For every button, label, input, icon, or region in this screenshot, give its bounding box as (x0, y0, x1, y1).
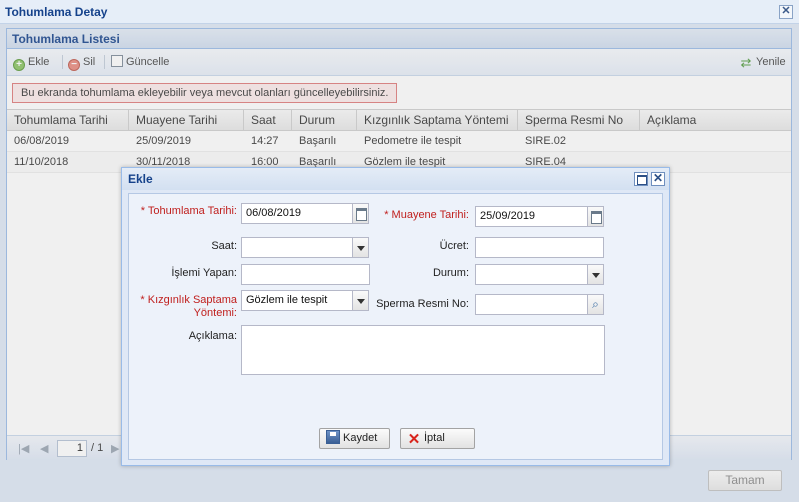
add-dialog: Ekle ✕ * Tohumlama Tarihi: 06/08/2019 * … (121, 167, 670, 466)
kizginlik-label: * Kızgınlık Saptama Yöntemi: (140, 294, 237, 319)
aciklama-label: Açıklama: (188, 330, 237, 342)
search-icon[interactable]: ⌕ (587, 294, 604, 315)
close-icon[interactable]: ✕ (779, 5, 793, 19)
tohumlama-date-label: * Tohumlama Tarihi: (140, 205, 237, 217)
chevron-down-icon[interactable] (352, 290, 369, 311)
ucret-field[interactable] (475, 237, 604, 258)
muayene-date-field[interactable]: 25/09/2019 (475, 206, 604, 227)
dialog-form: * Tohumlama Tarihi: 06/08/2019 * Muayene… (128, 193, 663, 460)
chevron-down-icon[interactable] (587, 264, 604, 285)
save-button[interactable]: Kaydet (319, 428, 390, 449)
calendar-icon[interactable] (352, 203, 369, 224)
islemi-yapan-field[interactable] (241, 264, 370, 285)
cancel-label: İptal (424, 432, 445, 444)
save-label: Kaydet (343, 432, 378, 444)
window-title-bar: Tohumlama Detay ✕ (0, 0, 799, 24)
ucret-label: Ücret: (439, 240, 469, 252)
window-title: Tohumlama Detay (5, 5, 108, 19)
islemi-yapan-label: İşlemi Yapan: (171, 267, 237, 279)
calendar-icon[interactable] (587, 206, 604, 227)
dialog-title: Ekle (122, 168, 669, 190)
tohumlama-date-field[interactable]: 06/08/2019 (241, 203, 369, 224)
durum-label: Durum: (432, 267, 469, 279)
muayene-date-label: * Muayene Tarihi: (384, 209, 469, 221)
maximize-icon[interactable] (634, 172, 648, 186)
muayene-date-value: 25/09/2019 (480, 210, 536, 222)
saat-combo[interactable] (241, 237, 369, 258)
sperma-label: Sperma Resmi No: (376, 298, 469, 310)
aciklama-textarea[interactable] (241, 325, 605, 375)
chevron-down-icon[interactable] (352, 237, 369, 258)
tohumlama-date-value: 06/08/2019 (246, 207, 302, 219)
cancel-icon: ✕ (407, 431, 421, 448)
save-icon (326, 430, 340, 444)
kizginlik-value: Gözlem ile tespit (246, 294, 328, 306)
cancel-button[interactable]: ✕ İptal (400, 428, 475, 449)
close-icon[interactable]: ✕ (651, 172, 665, 186)
kizginlik-combo[interactable]: Gözlem ile tespit (241, 290, 369, 311)
saat-label: Saat: (211, 240, 237, 252)
sperma-field[interactable]: ⌕ (475, 294, 604, 315)
durum-combo[interactable] (475, 264, 604, 285)
